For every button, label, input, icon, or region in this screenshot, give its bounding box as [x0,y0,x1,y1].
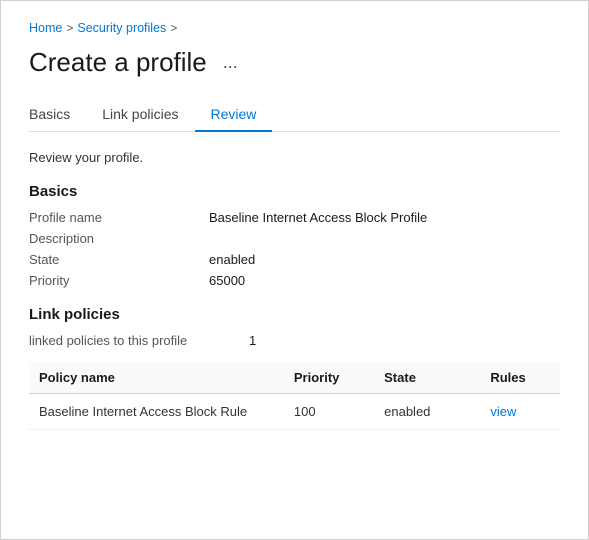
field-state: State enabled [29,252,560,267]
linked-count-label: linked policies to this profile [29,333,249,348]
breadcrumb-sep-1: > [66,21,73,35]
col-header-priority: Priority [284,362,374,394]
tab-basics[interactable]: Basics [29,98,86,132]
breadcrumb-security-profiles[interactable]: Security profiles [77,21,166,35]
field-label-description: Description [29,231,209,246]
col-header-rules: Rules [480,362,560,394]
field-value-state: enabled [209,252,255,267]
section-intro: Review your profile. [29,150,560,165]
more-options-button[interactable]: ... [217,50,244,75]
col-header-policy-name: Policy name [29,362,284,394]
basics-section: Basics Profile name Baseline Internet Ac… [29,183,560,288]
page-title: Create a profile [29,47,207,78]
page-title-row: Create a profile ... [29,47,560,78]
table-header-row: Policy name Priority State Rules [29,362,560,394]
link-policies-section: Link policies linked policies to this pr… [29,306,560,430]
link-policies-heading: Link policies [29,306,560,323]
field-label-priority: Priority [29,273,209,288]
field-label-state: State [29,252,209,267]
table-row: Baseline Internet Access Block Rule 100 … [29,394,560,430]
main-window: Home > Security profiles > Create a prof… [0,0,589,540]
col-header-state: State [374,362,480,394]
field-description: Description [29,231,560,246]
linked-count-row: linked policies to this profile 1 [29,333,560,348]
cell-priority: 100 [284,394,374,430]
field-value-priority: 65000 [209,273,245,288]
field-label-profile-name: Profile name [29,210,209,225]
tab-review[interactable]: Review [195,98,273,132]
basics-heading: Basics [29,183,560,200]
field-value-profile-name: Baseline Internet Access Block Profile [209,210,427,225]
cell-policy-name: Baseline Internet Access Block Rule [29,394,284,430]
field-priority: Priority 65000 [29,273,560,288]
tab-bar: Basics Link policies Review [29,98,560,132]
breadcrumb: Home > Security profiles > [29,21,560,35]
tab-link-policies[interactable]: Link policies [86,98,194,132]
breadcrumb-sep-2: > [170,21,177,35]
policy-table: Policy name Priority State Rules Baselin… [29,362,560,430]
linked-count-value: 1 [249,333,256,348]
field-profile-name: Profile name Baseline Internet Access Bl… [29,210,560,225]
cell-state: enabled [374,394,480,430]
cell-rules-view-link[interactable]: view [480,394,560,430]
breadcrumb-home[interactable]: Home [29,21,62,35]
